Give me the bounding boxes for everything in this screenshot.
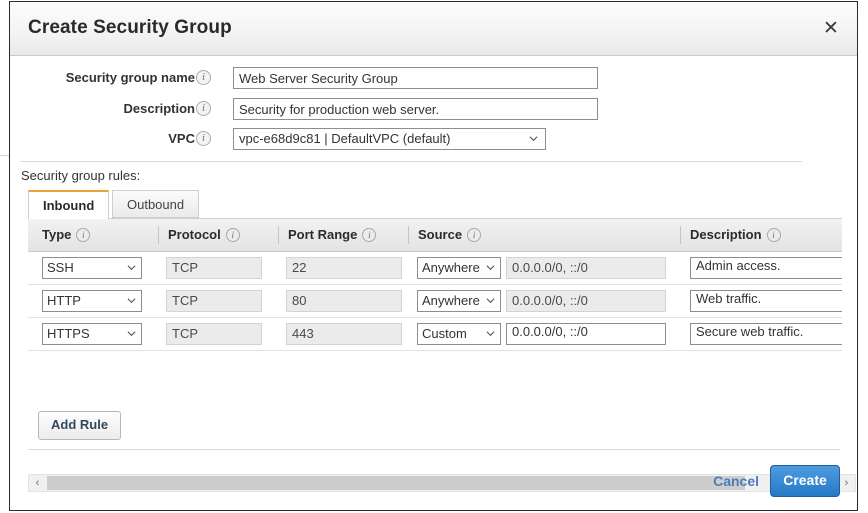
chevron-down-icon xyxy=(127,329,136,338)
info-icon[interactable]: i xyxy=(76,227,91,242)
info-icon[interactable]: i xyxy=(766,227,781,242)
rule-type-value: HTTPS xyxy=(47,326,90,341)
rule-port-range-value: 22 xyxy=(286,257,402,279)
rule-type-value: HTTP xyxy=(47,293,81,308)
backdrop-divider xyxy=(0,155,9,156)
rule-description-input[interactable]: Secure web traffic. xyxy=(690,323,842,345)
rule-type-select[interactable]: HTTP xyxy=(42,290,142,312)
form-row-description: Description i xyxy=(10,98,857,120)
info-icon[interactable]: i xyxy=(196,101,211,116)
rule-protocol-value: TCP xyxy=(166,323,262,345)
close-icon[interactable]: ✕ xyxy=(817,15,845,43)
column-divider xyxy=(278,226,279,244)
security-group-name-input[interactable] xyxy=(233,67,598,89)
table-row: HTTP TCP 80 Anywhere 0.0.0.0/0, ::/0 Web… xyxy=(28,285,842,318)
info-icon[interactable]: i xyxy=(196,131,211,146)
rule-description-value: Web traffic. xyxy=(696,291,762,306)
form-row-security-group-name: Security group name i xyxy=(10,67,857,89)
table-row: SSH TCP 22 Anywhere 0.0.0.0/0, ::/0 Admi… xyxy=(28,252,842,285)
create-button[interactable]: Create xyxy=(770,465,840,497)
column-header-port-range: Port Range i xyxy=(288,219,377,251)
security-group-name-label: Security group name xyxy=(65,70,195,85)
column-header-protocol: Protocol i xyxy=(168,219,240,251)
column-header-source-label: Source xyxy=(418,227,463,242)
dialog-body: Security group name i Description i VPC … xyxy=(10,56,857,492)
column-header-description-label: Description xyxy=(690,227,762,242)
chevron-down-icon xyxy=(486,263,495,272)
rule-description-value: Admin access. xyxy=(696,258,781,273)
vpc-select[interactable]: vpc-e68d9c81 | DefaultVPC (default) xyxy=(233,128,546,150)
rule-source-cidr-value: 0.0.0.0/0, ::/0 xyxy=(506,257,666,279)
rule-description-input[interactable]: Admin access. xyxy=(690,257,842,279)
rule-port-range-value: 443 xyxy=(286,323,402,345)
tab-outbound[interactable]: Outbound xyxy=(112,190,200,218)
chevron-down-icon xyxy=(127,263,136,272)
page-title: Create Security Group xyxy=(28,17,232,38)
rule-source-mode-value: Anywhere xyxy=(422,293,480,308)
column-header-type: Type i xyxy=(42,219,91,251)
rule-type-value: SSH xyxy=(47,260,74,275)
column-header-protocol-label: Protocol xyxy=(168,227,221,242)
column-divider xyxy=(408,226,409,244)
table-row: HTTPS TCP 443 Custom 0.0.0.0/0,::/0 Sec… xyxy=(28,318,842,351)
column-header-type-label: Type xyxy=(42,227,72,242)
rule-protocol-value: TCP xyxy=(166,290,262,312)
vpc-select-value: vpc-e68d9c81 | DefaultVPC (default) xyxy=(239,131,451,146)
rule-source-mode-select[interactable]: Anywhere xyxy=(417,257,501,279)
chevron-down-icon xyxy=(127,296,136,305)
rule-source-cidr-value: 0.0.0.0/0, ::/0 xyxy=(512,324,588,339)
vpc-label: VPC xyxy=(168,131,195,146)
dialog-footer: Cancel Create xyxy=(10,450,857,510)
info-icon[interactable]: i xyxy=(362,227,377,242)
add-rule-button[interactable]: Add Rule xyxy=(38,411,122,440)
rule-source-mode-select[interactable]: Custom xyxy=(417,323,501,345)
rule-source-mode-select[interactable]: Anywhere xyxy=(417,290,501,312)
column-header-source: Source i xyxy=(418,219,482,251)
column-header-description: Description i xyxy=(690,219,781,251)
chevron-down-icon xyxy=(529,134,538,143)
rule-source-cidr-value: 0.0.0.0/0, ::/0 xyxy=(506,290,666,312)
rule-type-select[interactable]: HTTPS xyxy=(42,323,142,345)
description-input[interactable] xyxy=(233,98,598,120)
rules-divider xyxy=(20,161,802,162)
tab-inbound[interactable]: Inbound xyxy=(28,190,110,219)
rules-table: Typei Protocoli Port Rangei Sourcei xyxy=(28,218,842,396)
rule-source-mode-value: Custom xyxy=(422,326,467,341)
create-security-group-dialog: Create Security Group ✕ Security group n… xyxy=(9,1,858,511)
info-icon[interactable]: i xyxy=(467,227,482,242)
cancel-button[interactable]: Cancel xyxy=(713,473,759,489)
rule-description-value: Secure web traffic. xyxy=(696,324,804,339)
rule-protocol-value: TCP xyxy=(166,257,262,279)
rule-port-range-value: 80 xyxy=(286,290,402,312)
rule-description-input[interactable]: Web traffic. xyxy=(690,290,842,312)
rule-source-cidr-input[interactable]: 0.0.0.0/0, ::/0 xyxy=(506,323,666,345)
chevron-down-icon xyxy=(486,329,495,338)
chevron-down-icon xyxy=(486,296,495,305)
info-icon[interactable]: i xyxy=(225,227,240,242)
rule-type-select[interactable]: SSH xyxy=(42,257,142,279)
form-row-vpc: VPC i vpc-e68d9c81 | DefaultVPC (default… xyxy=(10,128,857,150)
rule-source-mode-value: Anywhere xyxy=(422,260,480,275)
info-icon[interactable]: i xyxy=(196,70,211,85)
column-divider xyxy=(680,226,681,244)
column-header-port-range-label: Port Range xyxy=(288,227,358,242)
description-label: Description xyxy=(123,101,195,116)
security-group-rules-caption: Security group rules: xyxy=(21,168,141,183)
dialog-titlebar: Create Security Group ✕ xyxy=(10,2,857,56)
rules-table-header: Typei Protocoli Port Rangei Sourcei xyxy=(28,218,842,252)
column-divider xyxy=(158,226,159,244)
